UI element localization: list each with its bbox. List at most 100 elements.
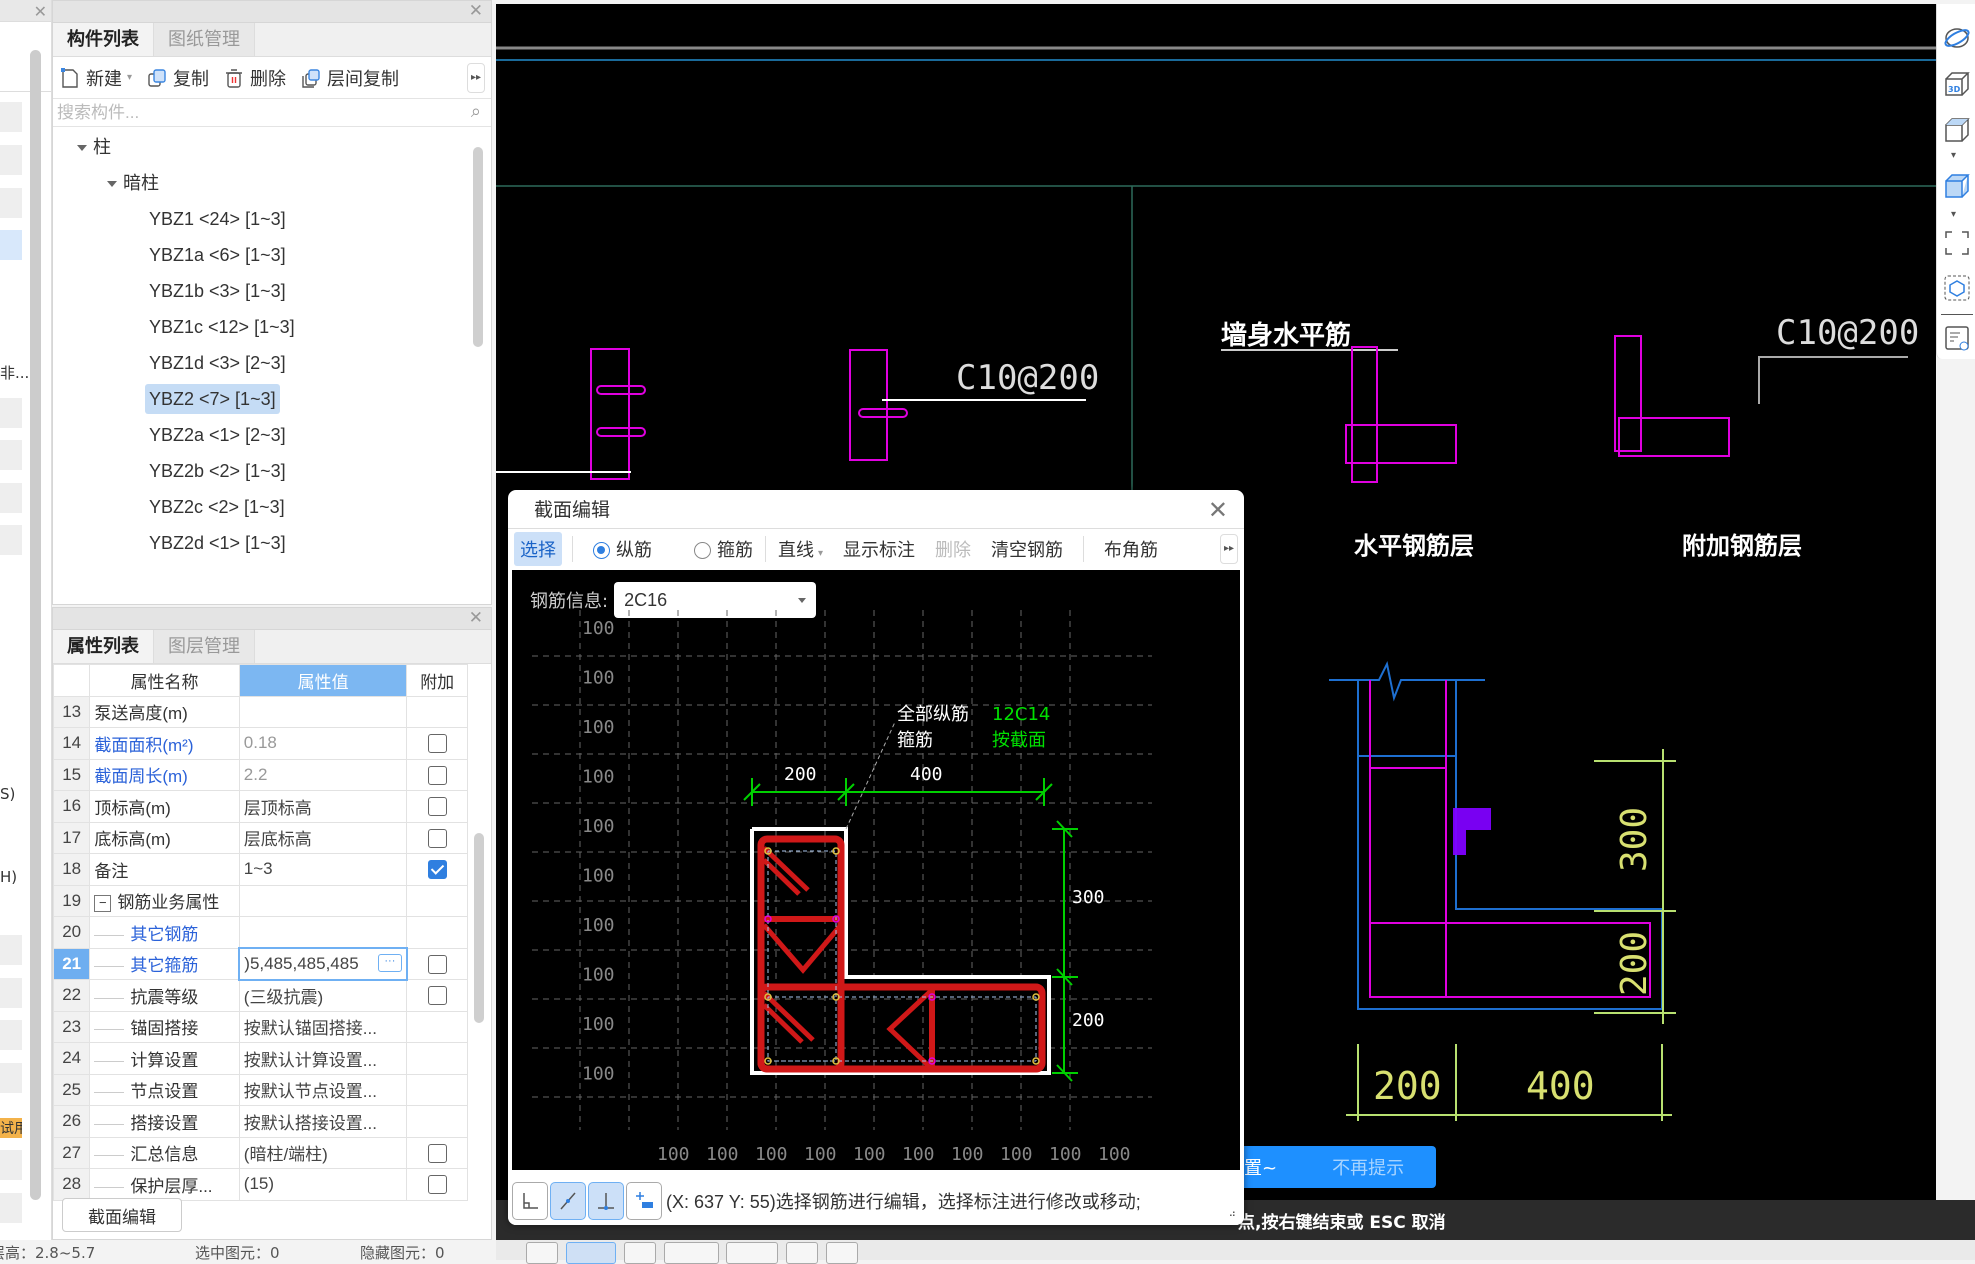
property-value[interactable]: (15) [238,1168,408,1201]
left-list-item[interactable] [0,978,22,1008]
tree-item[interactable]: YBZ1c <12> [1~3] [145,312,299,342]
left-list-item[interactable] [0,188,22,218]
property-row[interactable]: 18 备注 1~3 [52,853,468,886]
property-value[interactable]: 按默认锚固搭接... [238,1010,408,1043]
tree-item[interactable]: YBZ1 <24> [1~3] [145,204,290,234]
snap-endpoint-button[interactable] [566,1242,616,1264]
property-value[interactable] [238,916,408,949]
property-value[interactable] [238,884,408,917]
resize-grip-icon[interactable]: ⣠ [1229,1206,1236,1217]
left-list-item[interactable] [0,440,22,470]
checkbox[interactable] [427,954,447,974]
snap-orthogonal-button[interactable] [526,1242,558,1264]
property-value[interactable]: 层顶标高 [238,790,408,823]
property-row[interactable]: 24 计算设置 按默认计算设置... [52,1042,468,1075]
left-list-item[interactable] [0,483,22,513]
delete-button[interactable]: 删除 [925,536,981,562]
clear-rebar-button[interactable]: 清空钢筋 [981,536,1073,562]
left-list-item[interactable] [0,525,22,555]
floor-copy-button[interactable]: 层间复制 [300,65,399,91]
more-tools-button[interactable]: ▸▸ [467,62,485,93]
checkbox[interactable] [427,1175,447,1195]
tree-item[interactable]: YBZ1b <3> [1~3] [145,276,290,306]
property-value[interactable]: 0.18 [238,727,408,760]
property-row[interactable]: 26 搭接设置 按默认搭接设置... [52,1105,468,1138]
orbit-icon[interactable] [1943,24,1971,52]
display-settings-icon[interactable] [1943,324,1971,352]
stirrup-radio[interactable]: 箍筋 [684,536,763,562]
property-row[interactable]: 14 截面面积(m²) 0.18 [52,727,468,760]
collapse-icon[interactable]: − [94,895,112,913]
property-value[interactable] [238,695,408,728]
left-panel-scrollbar[interactable] [30,50,41,1200]
left-list-item[interactable] [0,1020,22,1050]
left-list-item[interactable] [0,145,22,175]
property-row[interactable]: 22 抗震等级 (三级抗震) [52,979,468,1012]
longitudinal-radio[interactable]: 纵筋 [583,536,662,562]
snap-midpoint-button[interactable] [624,1242,656,1264]
show-dimension-button[interactable]: 显示标注 [833,536,925,562]
fullscreen-icon[interactable] [1943,229,1971,257]
line-snap-button[interactable] [550,1181,586,1220]
snap-polar-button[interactable] [826,1242,858,1264]
snap-line-button[interactable] [664,1242,719,1264]
tab-layer-management[interactable]: 图层管理 [154,630,255,663]
tab-property-list[interactable]: 属性列表 [53,630,154,663]
section-edit-button[interactable]: 截面编辑 [62,1198,182,1232]
property-row[interactable]: 20 其它钢筋 [52,916,468,949]
close-icon[interactable]: ✕ [1208,490,1228,530]
property-row[interactable]: 27 汇总信息 (暗柱/端柱) [52,1136,468,1169]
tree-item[interactable]: YBZ1d <3> [2~3] [145,348,290,378]
tree-node-column[interactable]: 柱 [73,132,115,162]
select-tool-button[interactable]: 选择 [514,531,562,566]
chevron-down-icon[interactable]: ▾ [127,72,132,83]
search-input[interactable] [57,102,487,123]
iso-view-icon[interactable] [1943,172,1971,200]
dismiss-tip-button[interactable]: 不再提示 [1332,1154,1404,1180]
tree-item[interactable]: YBZ2c <2> [1~3] [145,492,289,522]
new-button[interactable]: 新建 ▾ [59,65,132,91]
property-value[interactable]: 1~3 [238,853,408,886]
left-list-item[interactable] [0,1193,22,1223]
select-box-icon[interactable] [1943,274,1971,302]
snap-point-button[interactable] [726,1242,778,1264]
property-value[interactable]: 2.2 [238,758,408,791]
dialog-titlebar[interactable]: 截面编辑 ✕ [508,490,1244,528]
more-tools-button[interactable]: ▸▸ [1220,533,1238,564]
perpendicular-snap-button[interactable] [588,1181,624,1220]
corner-rebar-button[interactable]: 布角筋 [1094,536,1168,562]
property-value[interactable]: 按默认计算设置... [238,1042,408,1075]
property-scrollbar[interactable] [474,833,484,1023]
left-list-item[interactable] [0,102,22,132]
tab-drawing-management[interactable]: 图纸管理 [154,23,255,56]
property-row[interactable]: 21 其它箍筋)5,485,485,485 ··· [52,947,468,981]
caret-down-icon[interactable]: ▾ [1951,209,1956,220]
checkbox[interactable] [427,828,447,848]
line-mode-dropdown[interactable]: 直线 ▾ [768,536,833,562]
tab-component-list[interactable]: 构件列表 [53,23,154,56]
property-value[interactable]: (三级抗震) [238,979,408,1012]
search-icon[interactable]: ⌕ [471,101,481,122]
delete-button[interactable]: 删除 [223,65,286,91]
property-row[interactable]: 15 截面周长(m) 2.2 [52,758,468,791]
caret-down-icon[interactable] [77,145,87,152]
property-row[interactable]: 17 底标高(m) 层底标高 [52,821,468,854]
caret-down-icon[interactable]: ▾ [1951,150,1956,161]
property-value[interactable]: 按默认节点设置... [238,1073,408,1106]
tree-item-selected[interactable]: YBZ2 <7> [1~3] [145,384,280,414]
section-canvas[interactable]: 钢筋信息: 2C16 100 100 100 100 100 100 100 100 100 10… [512,570,1240,1170]
checkbox[interactable] [427,734,447,754]
tree-item[interactable]: YBZ2d <1> [1~3] [145,528,290,558]
close-icon[interactable]: ✕ [469,1,483,21]
tree-scrollbar[interactable] [473,147,483,347]
left-list-item[interactable] [0,1150,22,1180]
left-list-item[interactable] [0,398,22,428]
caret-down-icon[interactable] [107,181,117,188]
left-list-item[interactable] [0,1063,22,1093]
top-view-icon[interactable] [1943,116,1971,144]
ortho-mode-button[interactable] [512,1181,548,1220]
property-row[interactable]: 13 泵送高度(m) [52,695,468,728]
property-row[interactable]: 23 锚固搭接 按默认锚固搭接... [52,1010,468,1043]
add-point-button[interactable] [626,1181,662,1220]
close-icon[interactable]: ✕ [469,608,483,628]
